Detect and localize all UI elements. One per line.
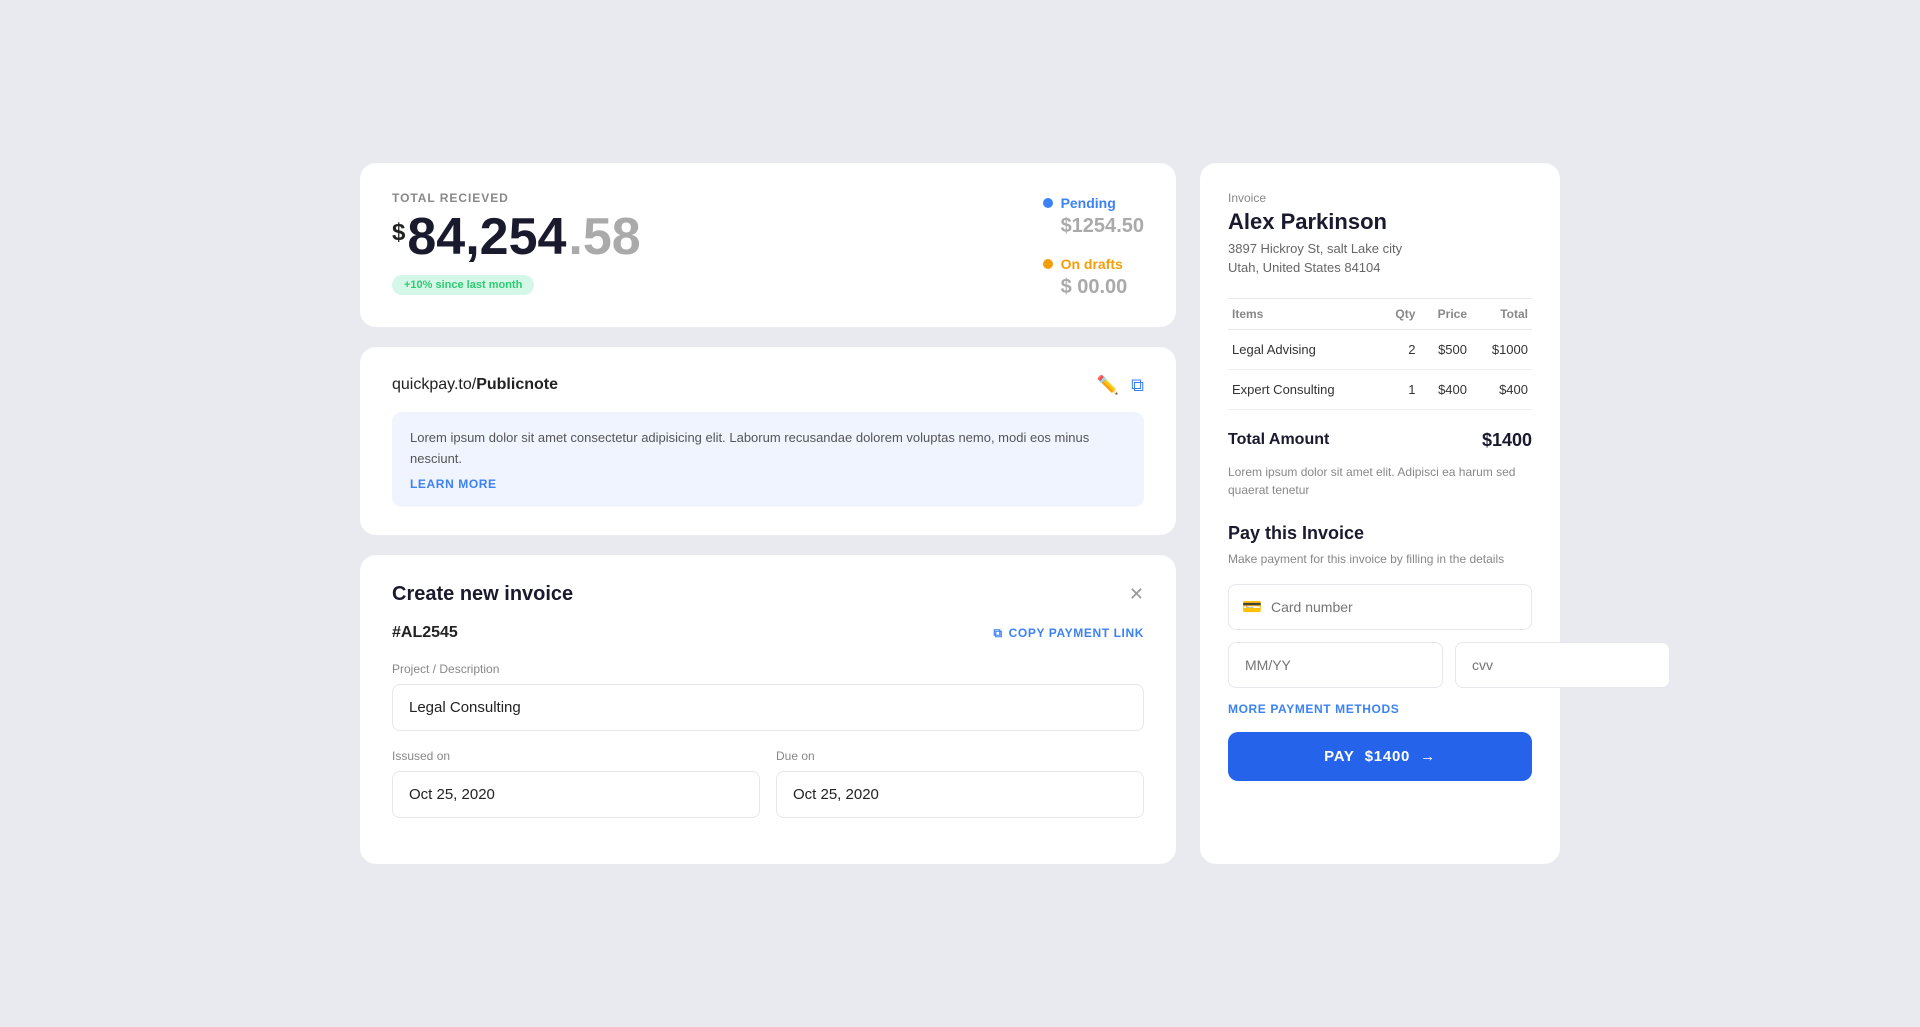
total-amount-row: Total Amount $1400 xyxy=(1228,426,1532,451)
client-name: Alex Parkinson xyxy=(1228,209,1532,235)
arrow-icon: → xyxy=(1420,748,1436,765)
invoice-form-title: Create new invoice xyxy=(392,583,573,606)
more-payment-link[interactable]: MORE PAYMENT METHODS xyxy=(1228,702,1532,716)
item-qty: 1 xyxy=(1381,369,1420,409)
status-section: Pending $1254.50 On drafts $ 00.00 xyxy=(1043,191,1144,299)
total-cents-amount: .58 xyxy=(568,211,640,263)
item-name: Expert Consulting xyxy=(1228,369,1381,409)
total-main-amount: 84,254 xyxy=(407,211,566,263)
pending-status: Pending $1254.50 xyxy=(1043,195,1144,238)
link-card: quickpay.to/Publicnote ✏️ ⧉ Lorem ipsum … xyxy=(360,347,1176,536)
total-amount-value: $1400 xyxy=(1482,430,1532,451)
pay-button[interactable]: PAY $1400 → xyxy=(1228,732,1532,781)
item-total: $400 xyxy=(1471,369,1532,409)
invoice-right-panel: Invoice Alex Parkinson 3897 Hickroy St, … xyxy=(1200,163,1560,865)
payment-details-row xyxy=(1228,642,1532,688)
total-label: TOTAL RECIEVED xyxy=(392,191,641,205)
copy-payment-link[interactable]: ⧉ COPY PAYMENT LINK xyxy=(993,626,1144,641)
link-description-box: Lorem ipsum dolor sit amet consectetur a… xyxy=(392,412,1144,508)
invoice-form-card: Create new invoice ✕ #AL2545 ⧉ COPY PAYM… xyxy=(360,555,1176,864)
invoice-section-label: Invoice xyxy=(1228,191,1532,205)
drafts-dot xyxy=(1043,259,1053,269)
project-label: Project / Description xyxy=(392,662,1144,676)
drafts-status: On drafts $ 00.00 xyxy=(1043,256,1144,299)
total-section: TOTAL RECIEVED $ 84,254 .58 +10% since l… xyxy=(392,191,641,295)
due-date-input[interactable] xyxy=(776,771,1144,818)
card-icon: 💳 xyxy=(1242,597,1262,617)
invoice-table: Items Qty Price Total Legal Advising 2 $… xyxy=(1228,298,1532,410)
link-url: quickpay.to/Publicnote xyxy=(392,376,558,394)
invoice-meta: #AL2545 ⧉ COPY PAYMENT LINK xyxy=(392,624,1144,642)
item-total: $1000 xyxy=(1471,329,1532,369)
mm-yy-input[interactable] xyxy=(1228,642,1443,688)
item-price: $400 xyxy=(1419,369,1471,409)
due-label: Due on xyxy=(776,749,1144,763)
due-on-field: Due on xyxy=(776,749,1144,836)
link-actions: ✏️ ⧉ xyxy=(1097,375,1144,396)
link-description-text: Lorem ipsum dolor sit amet consectetur a… xyxy=(410,428,1126,470)
growth-badge: +10% since last month xyxy=(392,275,534,295)
issued-on-field: Issused on xyxy=(392,749,760,836)
pending-amount: $1254.50 xyxy=(1043,215,1144,238)
pay-section-desc: Make payment for this invoice by filling… xyxy=(1228,550,1532,568)
drafts-amount: $ 00.00 xyxy=(1043,276,1144,299)
col-items: Items xyxy=(1228,298,1381,329)
client-address: 3897 Hickroy St, salt Lake city Utah, Un… xyxy=(1228,239,1532,278)
pending-label: Pending xyxy=(1043,195,1144,211)
pay-section-title: Pay this Invoice xyxy=(1228,523,1532,544)
issued-date-input[interactable] xyxy=(392,771,760,818)
pay-btn-label: PAY xyxy=(1324,748,1355,765)
left-panel: TOTAL RECIEVED $ 84,254 .58 +10% since l… xyxy=(360,163,1176,865)
invoice-form-header: Create new invoice ✕ xyxy=(392,583,1144,606)
table-row: Legal Advising 2 $500 $1000 xyxy=(1228,329,1532,369)
edit-icon[interactable]: ✏️ xyxy=(1097,375,1119,396)
link-header: quickpay.to/Publicnote ✏️ ⧉ xyxy=(392,375,1144,396)
item-qty: 2 xyxy=(1381,329,1420,369)
total-amount: $ 84,254 .58 xyxy=(392,211,641,263)
issued-label: Issused on xyxy=(392,749,760,763)
cvv-input[interactable] xyxy=(1455,642,1670,688)
col-qty: Qty xyxy=(1381,298,1420,329)
date-row: Issused on Due on xyxy=(392,749,1144,836)
invoice-note: Lorem ipsum dolor sit amet elit. Adipisc… xyxy=(1228,463,1532,499)
item-name: Legal Advising xyxy=(1228,329,1381,369)
learn-more-link[interactable]: LEARN MORE xyxy=(410,477,1126,491)
drafts-label: On drafts xyxy=(1043,256,1144,272)
pay-btn-amount: $1400 xyxy=(1365,748,1410,765)
copy-link-icon: ⧉ xyxy=(993,626,1002,641)
pending-dot xyxy=(1043,198,1053,208)
project-input[interactable] xyxy=(392,684,1144,731)
invoice-id: #AL2545 xyxy=(392,624,458,642)
close-button[interactable]: ✕ xyxy=(1129,584,1144,605)
card-number-input[interactable] xyxy=(1228,584,1532,630)
item-price: $500 xyxy=(1419,329,1471,369)
col-price: Price xyxy=(1419,298,1471,329)
copy-icon[interactable]: ⧉ xyxy=(1131,375,1144,396)
dollar-sign: $ xyxy=(392,219,405,247)
total-received-card: TOTAL RECIEVED $ 84,254 .58 +10% since l… xyxy=(360,163,1176,327)
col-total: Total xyxy=(1471,298,1532,329)
table-row: Expert Consulting 1 $400 $400 xyxy=(1228,369,1532,409)
card-number-wrap: 💳 xyxy=(1228,584,1532,630)
total-amount-label: Total Amount xyxy=(1228,431,1329,449)
